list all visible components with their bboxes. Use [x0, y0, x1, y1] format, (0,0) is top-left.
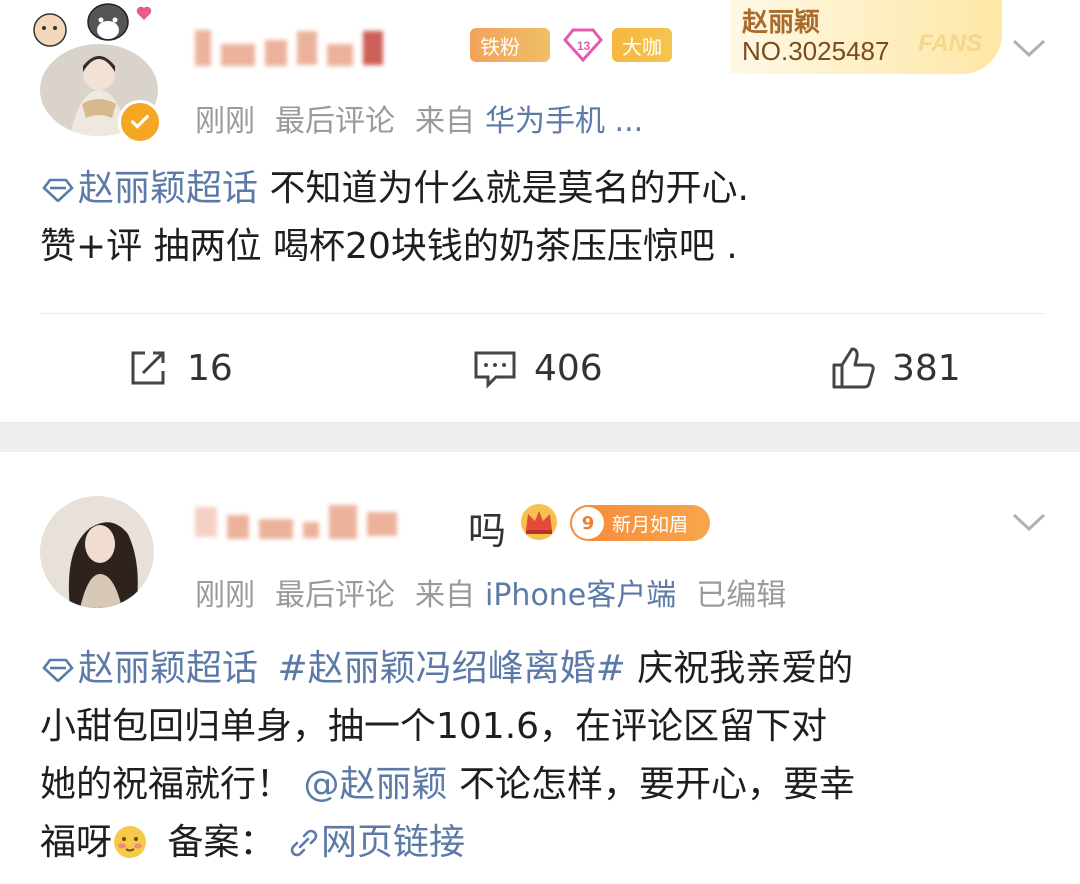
fans-card-word: FANS: [917, 30, 982, 57]
post-text: 福呀: [40, 822, 113, 863]
thumbs-up-icon: [832, 347, 875, 389]
supertopic-icon: [42, 178, 74, 203]
daka-badge[interactable]: 大咖: [612, 28, 672, 62]
post-text-line: 赞+评 抽两位 喝杯20块钱的奶茶压压惊吧 .: [40, 226, 738, 267]
post-time: 刚刚: [195, 104, 255, 139]
daka-label: 大咖: [622, 34, 662, 59]
source-prefix: 来自: [415, 578, 475, 613]
tiefen-badge[interactable]: 铁粉: [470, 28, 550, 62]
xinyue-label: 新月如眉: [612, 513, 689, 536]
comment-button[interactable]: 406: [472, 345, 603, 391]
verified-badge-icon: [118, 100, 162, 144]
post-text-line: 不知道为什么就是莫名的开心.: [269, 168, 749, 209]
comment-icon: [474, 351, 516, 389]
crown-icon: [521, 504, 557, 540]
post-activity: 最后评论: [275, 578, 395, 613]
source-prefix: 来自: [415, 104, 475, 139]
divider: [40, 313, 1045, 314]
mention-link[interactable]: @赵丽颖: [303, 764, 447, 805]
feed-separator: [0, 422, 1080, 454]
post-text: 小甜包回归单身，抽一个101.6，在评论区留下对: [40, 706, 828, 747]
username-blurred-1[interactable]: [195, 30, 383, 66]
post-meta-2: 刚刚 最后评论 来自 iPhone客户端 已编辑: [195, 570, 806, 614]
username-tail[interactable]: 吗: [468, 500, 506, 555]
topic-label: 赵丽颖超话: [78, 648, 259, 689]
repost-count: 16: [187, 347, 233, 389]
web-link[interactable]: 网页链接: [287, 822, 465, 863]
like-button[interactable]: 381: [830, 345, 961, 391]
web-link-label: 网页链接: [320, 822, 465, 863]
user-avatar-2[interactable]: [40, 496, 154, 608]
supertopic-icon: [42, 658, 74, 683]
diamond-level-icon: 13: [563, 28, 603, 62]
tiefen-label: 铁粉: [480, 34, 520, 59]
repost-button[interactable]: 16: [125, 345, 233, 391]
post-activity: 最后评论: [275, 104, 395, 139]
topic-label: 赵丽颖超话: [78, 168, 259, 209]
level-badge[interactable]: 13: [560, 28, 606, 62]
fans-card-number: NO.3025487: [742, 36, 890, 66]
hashtag-link[interactable]: #赵丽颖冯绍峰离婚#: [277, 648, 625, 689]
topic-link[interactable]: 赵丽颖超话: [40, 168, 258, 209]
xinyue-level: 9: [572, 507, 604, 539]
fans-card[interactable]: 赵丽颖 NO.3025487 FANS: [730, 0, 1002, 74]
xinyue-badge[interactable]: 9 新月如眉: [570, 505, 710, 541]
svg-text:13: 13: [577, 39, 591, 53]
post-content-2: 赵丽颖超话 #赵丽颖冯绍峰离婚# 庆祝我亲爱的 小甜包回归单身，抽一个101.6…: [40, 640, 1050, 872]
username-blurred-2[interactable]: [195, 505, 397, 539]
post-content-1: 赵丽颖超话 不知道为什么就是莫名的开心. 赞+评 抽两位 喝杯20块钱的奶茶压压…: [40, 160, 1050, 276]
like-count: 381: [892, 347, 961, 389]
post-meta-1: 刚刚 最后评论 来自 华为手机 ...: [195, 96, 663, 140]
chevron-down-icon[interactable]: [1012, 38, 1046, 58]
blushing-emoji-icon: [114, 826, 147, 858]
post-text: 不论怎样，要开心，要幸: [458, 764, 855, 805]
pets-sticker-icon: [33, 3, 152, 47]
post-source[interactable]: 华为手机 ...: [485, 104, 643, 139]
repost-icon: [131, 351, 165, 385]
comment-count: 406: [534, 347, 603, 389]
topic-link[interactable]: 赵丽颖超话: [40, 648, 258, 689]
link-icon: [290, 829, 318, 857]
post-time: 刚刚: [195, 578, 255, 613]
post-text: 备案：: [167, 822, 276, 863]
edited-label[interactable]: 已编辑: [696, 578, 786, 613]
fans-card-name: 赵丽颖: [742, 8, 821, 38]
chevron-down-icon[interactable]: [1012, 512, 1046, 532]
post-text: 她的祝福就行！: [40, 764, 293, 805]
post-source[interactable]: iPhone客户端: [485, 578, 676, 613]
post-text: 庆祝我亲爱的: [637, 648, 854, 689]
